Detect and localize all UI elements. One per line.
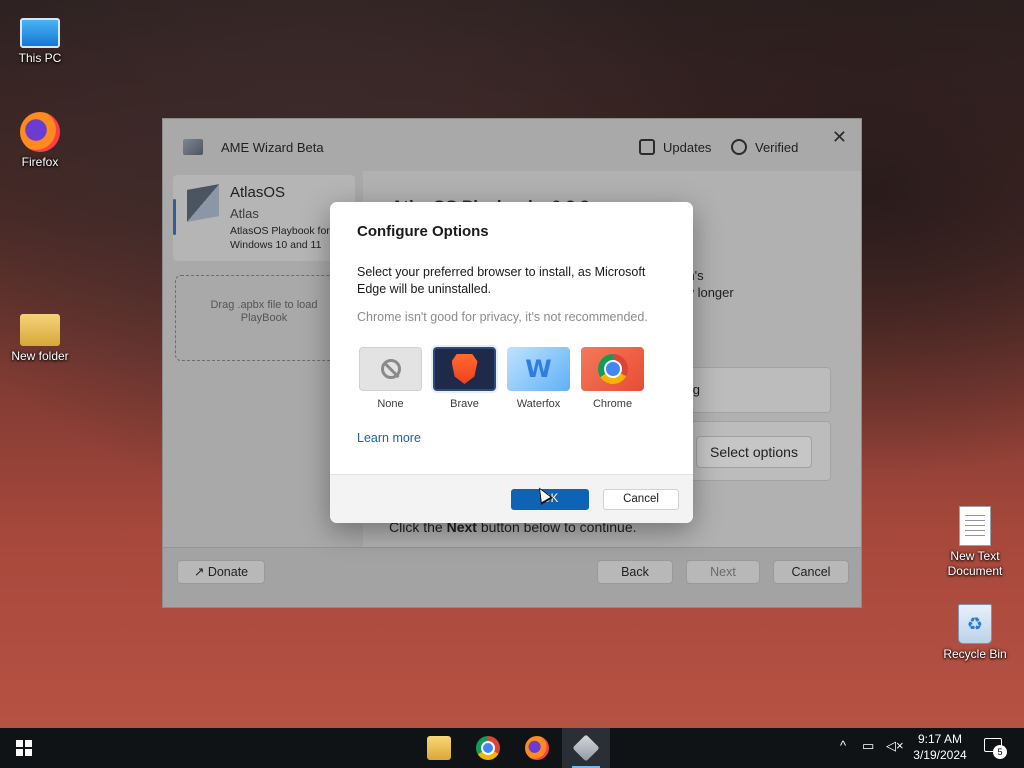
browser-option-chrome[interactable]: Chrome [581, 347, 644, 410]
donate-button[interactable]: ↗ Donate [177, 560, 265, 584]
firefox-icon[interactable] [525, 736, 549, 760]
browser-tile-selected[interactable] [433, 347, 496, 391]
close-icon[interactable]: ✕ [832, 127, 847, 148]
brave-icon [451, 354, 478, 384]
browser-label: Brave [450, 398, 479, 410]
browser-options: None Brave W Waterfox Chrome [359, 347, 644, 410]
dialog-note: Chrome isn't good for privacy, it's not … [357, 310, 648, 324]
tray-chevron-icon[interactable]: ^ [840, 738, 846, 753]
volume-muted-icon[interactable]: ◁× [886, 738, 904, 754]
text-document-icon [959, 506, 991, 546]
desktop-icon-new-text-document[interactable]: New Text Document [937, 506, 1013, 579]
dialog-cancel-button[interactable]: Cancel [603, 489, 679, 510]
verified-shield-icon [731, 139, 747, 155]
updates-button[interactable]: Updates [639, 133, 711, 161]
browser-option-none[interactable]: None [359, 347, 422, 410]
browser-label: Waterfox [516, 398, 561, 410]
desktop-icon-recycle-bin[interactable]: ♻ Recycle Bin [937, 604, 1013, 662]
computer-icon [20, 18, 60, 48]
browser-tile[interactable]: W [507, 347, 570, 391]
chrome-icon [597, 354, 628, 384]
desktop-icon-this-pc[interactable]: This PC [2, 12, 78, 66]
ame-wizard-logo-icon [183, 139, 203, 155]
updates-icon [639, 139, 655, 155]
network-icon[interactable]: ▭ [862, 738, 874, 754]
learn-more-link[interactable]: Learn more [357, 431, 421, 445]
browser-label: Chrome [592, 398, 633, 410]
atlas-logo-icon [187, 184, 219, 222]
clock-date: 3/19/2024 [913, 748, 967, 762]
desktop-icon-new-folder[interactable]: New folder [2, 308, 78, 364]
donate-label: Donate [207, 565, 249, 579]
playbook-drop-zone[interactable]: Drag .apbx file to load PlayBook [175, 275, 353, 361]
dialog-footer: OK Cancel [330, 474, 693, 523]
playbook-author: Atlas [230, 206, 259, 221]
taskbar: ^ ▭ ◁× 9:17 AM 3/19/2024 5 [0, 728, 1024, 768]
playbook-card[interactable]: AtlasOS Atlas AtlasOS Playbook for Windo… [173, 175, 355, 261]
desktop-icon-label: New Text Document [947, 549, 1003, 578]
wizard-footer: ↗ Donate Back Next Cancel [163, 547, 861, 607]
playbook-name: AtlasOS [230, 184, 286, 201]
dialog-description: Select your preferred browser to install… [357, 265, 646, 296]
selection-indicator [173, 199, 176, 235]
verified-label: Verified [755, 139, 799, 155]
title-bar: AME Wizard Beta Updates Verified ✕ [163, 119, 861, 171]
system-clock[interactable]: 9:17 AM 3/19/2024 [910, 731, 970, 763]
browser-tile[interactable] [359, 347, 422, 391]
clock-time: 9:17 AM [917, 732, 963, 746]
recycle-bin-icon: ♻ [958, 604, 992, 644]
back-button[interactable]: Back [597, 560, 673, 584]
cancel-button[interactable]: Cancel [773, 560, 849, 584]
desktop-icon-label: New folder [11, 349, 69, 363]
browser-option-brave[interactable]: Brave [433, 347, 496, 410]
dialog-title: Configure Options [357, 223, 489, 240]
updates-label: Updates [663, 139, 712, 155]
waterfox-icon: W [525, 355, 552, 383]
configure-options-dialog: Configure Options Select your preferred … [330, 202, 693, 523]
desktop-icon-firefox[interactable]: Firefox [2, 112, 78, 170]
verified-button[interactable]: Verified [731, 133, 798, 161]
select-options-button[interactable]: Select options [696, 436, 812, 468]
chrome-icon[interactable] [476, 736, 500, 760]
file-explorer-icon[interactable] [427, 736, 451, 760]
browser-label: None [377, 398, 404, 410]
window-title: AME Wizard Beta [221, 140, 324, 155]
folder-icon [20, 314, 60, 346]
firefox-icon [20, 112, 60, 152]
external-link-icon: ↗ [193, 565, 205, 579]
next-button[interactable]: Next [686, 560, 760, 584]
desktop-icon-label: Recycle Bin [943, 647, 1007, 661]
desktop-icon-label: Firefox [21, 155, 59, 169]
option-row-label: g [692, 382, 700, 397]
browser-tile[interactable] [581, 347, 644, 391]
windows-start-icon[interactable] [16, 740, 32, 756]
notification-count-badge: 5 [993, 745, 1007, 759]
desktop-icon-label: This PC [18, 51, 62, 65]
none-icon [380, 359, 401, 379]
browser-option-waterfox[interactable]: W Waterfox [507, 347, 570, 410]
